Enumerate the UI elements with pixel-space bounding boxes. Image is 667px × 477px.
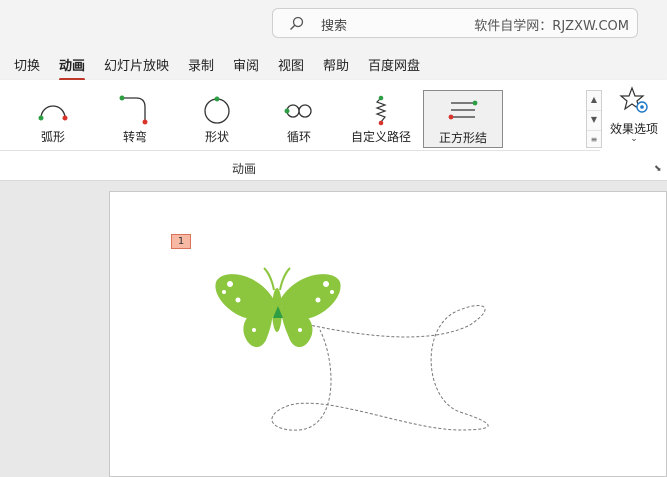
ribbon-tabs: 切换 动画 幻灯片放映 录制 审阅 视图 帮助 百度网盘 — [0, 46, 667, 81]
gallery-up-icon[interactable]: ▲ — [587, 91, 601, 111]
path-loop-label: 循环 — [286, 130, 311, 144]
tab-record[interactable]: 录制 — [188, 55, 214, 74]
path-shape-button[interactable]: 形状 — [177, 90, 257, 148]
tab-transitions[interactable]: 切换 — [14, 55, 40, 74]
gallery-down-icon[interactable]: ▼ — [587, 111, 601, 131]
tab-review[interactable]: 审阅 — [233, 55, 259, 74]
path-arc-button[interactable]: 弧形 — [13, 90, 93, 148]
path-turn-label: 转弯 — [122, 130, 147, 144]
custom-path-icon — [375, 95, 387, 126]
path-square-knot-button[interactable]: 正方形结 — [423, 90, 503, 148]
gallery-more-icon[interactable]: ≡ — [587, 131, 601, 150]
path-loop-button[interactable]: 循环 — [259, 90, 339, 148]
watermark-text: 软件自学网：RJZXW.COM — [474, 19, 629, 34]
arc-path-icon — [38, 105, 68, 121]
star-gear-icon — [619, 86, 648, 113]
slide-canvas[interactable] — [109, 191, 667, 477]
gallery-scroll[interactable]: ▲ ▼ ≡ — [586, 90, 602, 148]
tab-view[interactable]: 视图 — [278, 55, 304, 74]
search-placeholder: 搜索 — [321, 19, 348, 34]
tab-baidu-netdisk[interactable]: 百度网盘 — [368, 55, 420, 74]
animation-order-tag[interactable]: 1 — [171, 234, 191, 249]
path-arc-label: 弧形 — [40, 130, 65, 144]
path-custom-button[interactable]: 自定义路径 — [341, 90, 421, 148]
effect-options-button[interactable]: 效果选项 ⌄ — [606, 84, 662, 148]
dialog-launcher-icon[interactable]: ⬊ — [654, 164, 662, 174]
title-bar: 搜索 软件自学网：RJZXW.COM — [0, 0, 667, 46]
search-box[interactable]: 搜索 软件自学网：RJZXW.COM — [272, 8, 638, 38]
ribbon-panel: 弧形 转弯 形状 循环 自定义路径 正方形结 ▲ ▼ ≡ 效果选项 ⌄ 动画 ⬊ — [0, 80, 667, 181]
turn-path-icon — [119, 95, 148, 125]
path-square-knot-label: 正方形结 — [438, 131, 487, 145]
square-knot-path-icon — [448, 100, 478, 120]
tab-animations[interactable]: 动画 — [59, 55, 86, 81]
tab-help[interactable]: 帮助 — [323, 55, 349, 74]
group-label-animation: 动画 — [232, 162, 257, 176]
search-icon — [289, 16, 305, 36]
path-shape-label: 形状 — [204, 130, 229, 144]
tab-slideshow[interactable]: 幻灯片放映 — [104, 55, 169, 74]
path-custom-label: 自定义路径 — [350, 130, 411, 144]
shape-path-icon — [204, 96, 230, 124]
group-divider — [0, 150, 600, 151]
path-turn-button[interactable]: 转弯 — [95, 90, 175, 148]
loop-path-icon — [284, 104, 312, 118]
chevron-down-icon: ⌄ — [630, 134, 638, 144]
